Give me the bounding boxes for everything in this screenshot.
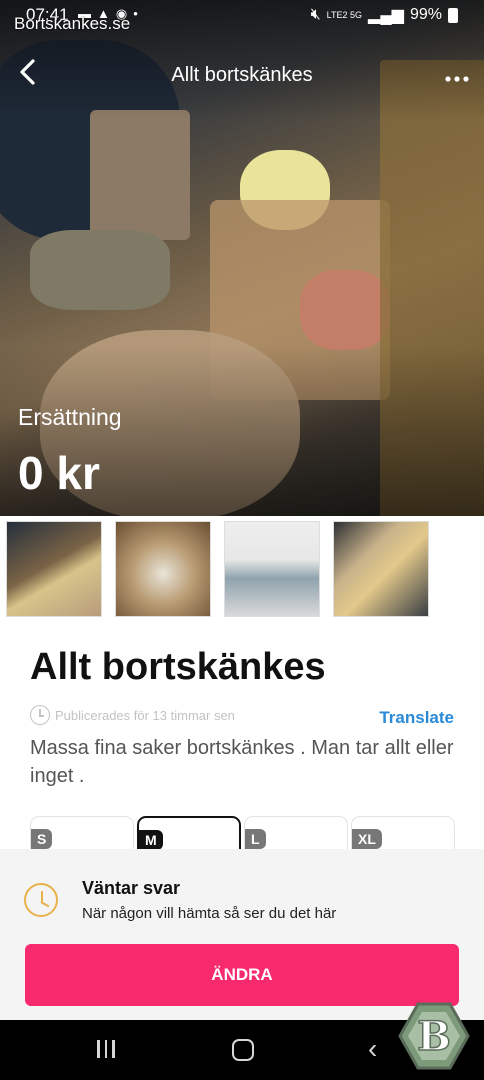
translate-link[interactable]: Translate [379,708,454,728]
published-text: Publicerades för 13 timmar sen [55,707,235,723]
mute-icon: 🔇︎ [310,6,321,23]
thumbnail[interactable] [115,521,211,617]
size-tag: L [245,829,266,849]
thumbnail[interactable] [6,521,102,617]
header-title: Allt bortskänkes [171,64,313,86]
network-indicator: LTE2 5G [326,10,363,20]
logo-badge: B [396,998,472,1074]
hourglass-icon [24,883,58,917]
more-icon [445,76,469,82]
size-tag: M [139,830,163,850]
nav-back-icon[interactable]: ‹ [368,1034,377,1064]
home-icon[interactable] [232,1039,254,1061]
edit-button[interactable]: ÄNDRA [25,944,459,1006]
listing-description: Massa fina saker bortskänkes . Man tar a… [30,737,454,787]
photo-region [90,110,190,240]
status-right: 🔇︎ LTE2 5G ▂▄▆ 99% [311,5,458,25]
size-tag: S [31,829,53,849]
battery-level: 99% [409,6,442,23]
svg-text:B: B [417,1013,451,1060]
price-label: Ersättning [18,404,122,430]
thumbnail[interactable] [224,521,320,617]
clock-icon [30,705,50,725]
more-button[interactable] [442,60,472,92]
listing-title: Allt bortskänkes [30,646,326,688]
published-meta: Publicerades för 13 timmar sen [30,705,235,725]
size-tag: XL [352,829,382,849]
watermark-text: Bortskankes.se [14,14,131,33]
battery-icon [448,7,458,23]
status-title: Väntar svar [82,878,181,898]
status-subtitle: När någon vill hämta så ser du det här [82,905,337,922]
signal-icon: ▂▄▆ [368,7,404,24]
recent-apps-icon[interactable] [97,1040,115,1058]
price-value: 0 kr [18,447,100,499]
thumbnail[interactable] [333,521,429,617]
photo-region [30,230,170,310]
thumbnail-strip [6,521,429,617]
